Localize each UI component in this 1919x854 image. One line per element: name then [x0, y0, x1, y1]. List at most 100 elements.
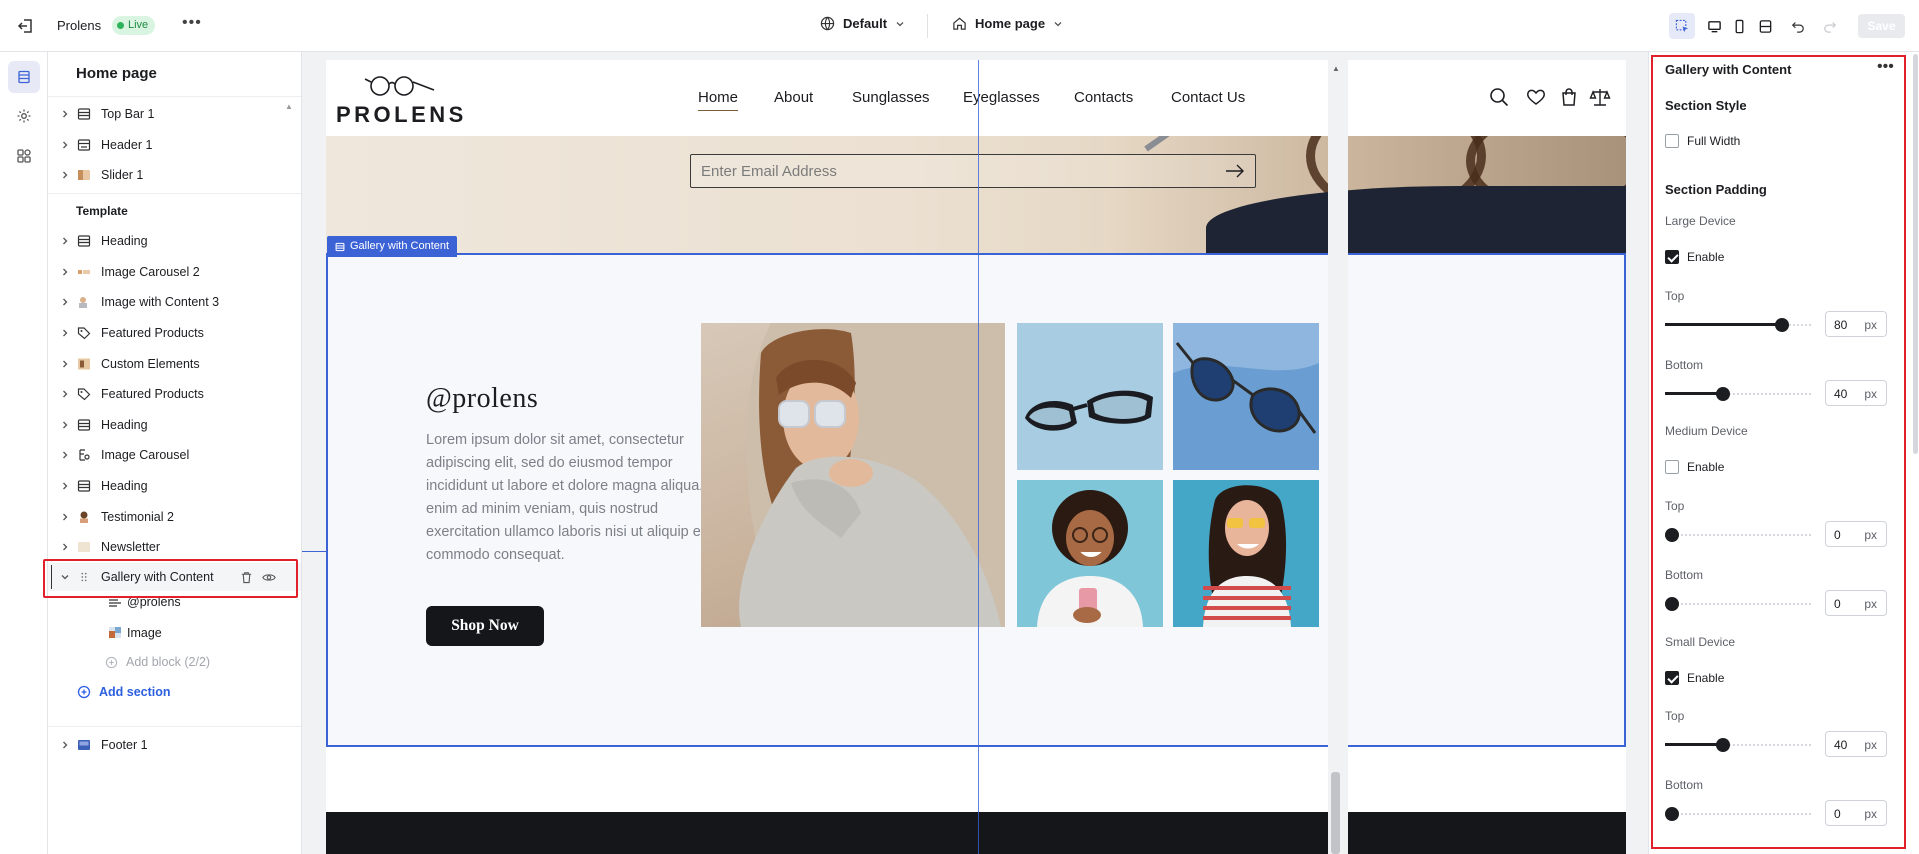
site-name: Prolens — [57, 18, 102, 33]
mobile-view-button[interactable] — [1726, 13, 1752, 39]
sidebar-item-newsletter[interactable]: Newsletter — [48, 533, 301, 561]
undo-button[interactable] — [1785, 13, 1811, 39]
sidebar-item-featured-products[interactable]: Featured Products — [48, 319, 301, 347]
live-dot-icon — [117, 22, 124, 29]
chevron-right-icon[interactable] — [60, 140, 70, 150]
chevron-right-icon[interactable] — [60, 481, 70, 491]
sidebar-item-image-carousel[interactable]: Image Carousel — [48, 441, 301, 469]
save-button[interactable]: Save — [1858, 14, 1905, 38]
scroll-thumb[interactable] — [1913, 54, 1918, 454]
sidebar-item-custom-elements[interactable]: Custom Elements — [48, 350, 301, 378]
scroll-thumb[interactable] — [1331, 772, 1340, 854]
nav-home[interactable]: Home — [698, 89, 739, 111]
fullscreen-view-button[interactable] — [1752, 13, 1778, 39]
site-logo[interactable]: PROLENS — [336, 102, 467, 128]
scroll-up-icon[interactable]: ▲ — [1332, 64, 1340, 73]
sidebar-item-label: Heading — [101, 234, 148, 248]
layers-icon — [18, 70, 30, 84]
arrow-right-icon[interactable] — [1225, 163, 1245, 179]
chevron-right-icon[interactable] — [60, 170, 70, 180]
apps-tab[interactable] — [8, 140, 40, 172]
more-options-icon[interactable]: ••• — [182, 14, 202, 32]
woman-glasses-illustration — [1173, 480, 1319, 627]
gallery-image-woman-phone — [1017, 480, 1163, 627]
sidebar-item-image-with-content-3[interactable]: Image with Content 3 — [48, 288, 301, 316]
plus-circle-icon — [77, 685, 91, 699]
select-mode-button[interactable] — [1669, 13, 1695, 39]
settings-scrollbar[interactable] — [1913, 52, 1919, 854]
site-header: PROLENS Home About Sunglasses Eyeglasses… — [326, 60, 1626, 136]
bag-icon[interactable] — [1558, 86, 1580, 108]
sidebar-item-slider[interactable]: Slider 1 — [48, 161, 301, 189]
nav-contacts[interactable]: Contacts — [1074, 89, 1133, 106]
custom-icon — [78, 358, 90, 370]
gallery-body: Lorem ipsum dolor sit amet, consectetur … — [426, 432, 729, 563]
page-select-label: Home page — [975, 16, 1046, 31]
sections-tab[interactable] — [8, 61, 40, 93]
add-section-button[interactable]: Add section — [77, 685, 171, 699]
live-label: Live — [128, 19, 149, 31]
sidebar-item-label: Heading — [101, 418, 148, 432]
search-icon[interactable] — [1488, 86, 1510, 108]
sidebar-item-testimonial-2[interactable]: Testimonial 2 — [48, 503, 301, 531]
sidebar-item-label: Image with Content 3 — [101, 295, 220, 309]
canvas-scrollbar[interactable]: ▲ — [1328, 52, 1348, 854]
chevron-right-icon[interactable] — [60, 109, 70, 119]
block-item-image[interactable]: Image — [108, 624, 288, 650]
section-icon — [335, 242, 345, 251]
mobile-icon — [1735, 19, 1743, 33]
layout-icon — [1759, 19, 1771, 33]
sidebar-item-featured-products-2[interactable]: Featured Products — [48, 380, 301, 408]
sidebar-item-header[interactable]: Header 1 — [48, 131, 301, 159]
chevron-right-icon[interactable] — [60, 740, 70, 750]
sidebar-item-footer[interactable]: Footer 1 — [48, 731, 301, 759]
redo-button[interactable] — [1817, 13, 1843, 39]
selected-section-tag: Gallery with Content — [327, 236, 458, 257]
block-label: Image — [127, 626, 162, 640]
chevron-right-icon[interactable] — [60, 389, 70, 399]
glasses-logo-icon — [364, 76, 435, 96]
shop-now-button[interactable]: Shop Now — [426, 606, 544, 646]
theme-select[interactable]: Default — [820, 16, 905, 31]
add-section-label: Add section — [99, 685, 171, 699]
nav-eyeglasses[interactable]: Eyeglasses — [963, 89, 1040, 106]
sidebar-item-label: Slider 1 — [101, 168, 144, 182]
center-guide-line — [978, 60, 979, 854]
nav-about[interactable]: About — [774, 89, 813, 106]
woman-portrait-illustration — [739, 323, 1005, 627]
chevron-right-icon[interactable] — [60, 267, 70, 277]
email-placeholder: Enter Email Address — [701, 163, 837, 180]
sidebar-item-top-bar[interactable]: Top Bar 1 — [48, 100, 301, 128]
settings-tab[interactable] — [8, 100, 40, 132]
sidebar-item-heading-2[interactable]: Heading — [48, 411, 301, 439]
chevron-right-icon[interactable] — [60, 328, 70, 338]
plus-circle-icon — [105, 656, 118, 668]
sidebar-item-image-carousel-2[interactable]: Image Carousel 2 — [48, 258, 301, 286]
sidebar-title: Home page — [76, 65, 157, 82]
chevron-right-icon[interactable] — [60, 450, 70, 460]
heart-icon[interactable] — [1525, 86, 1547, 108]
nav-contact-us[interactable]: Contact Us — [1171, 89, 1245, 106]
nav-sunglasses[interactable]: Sunglasses — [852, 89, 930, 106]
section-tag-label: Gallery with Content — [350, 240, 450, 252]
gallery-with-content-section[interactable]: @prolens Lorem ipsum dolor sit amet, con… — [326, 253, 1626, 747]
toolbar-divider — [927, 14, 928, 38]
chevron-right-icon[interactable] — [60, 542, 70, 552]
top-bar: Prolens Live ••• Default Home page Save — [0, 0, 1919, 52]
email-input[interactable]: Enter Email Address — [690, 154, 1256, 188]
sidebar-item-heading-3[interactable]: Heading — [48, 472, 301, 500]
chevron-right-icon[interactable] — [60, 420, 70, 430]
sidebar-item-heading[interactable]: Heading — [48, 227, 301, 255]
chevron-right-icon[interactable] — [60, 236, 70, 246]
redo-icon — [1824, 22, 1837, 33]
chevron-right-icon[interactable] — [60, 512, 70, 522]
chevron-down-icon — [1054, 21, 1062, 26]
sidebar-item-label: Top Bar 1 — [101, 107, 155, 121]
compare-icon[interactable] — [1589, 86, 1611, 108]
desktop-view-button[interactable] — [1701, 13, 1727, 39]
page-select[interactable]: Home page — [952, 16, 1063, 31]
add-block-button[interactable]: Add block (2/2) — [105, 655, 210, 669]
chevron-right-icon[interactable] — [60, 359, 70, 369]
chevron-right-icon[interactable] — [60, 297, 70, 307]
exit-icon[interactable] — [16, 16, 36, 36]
